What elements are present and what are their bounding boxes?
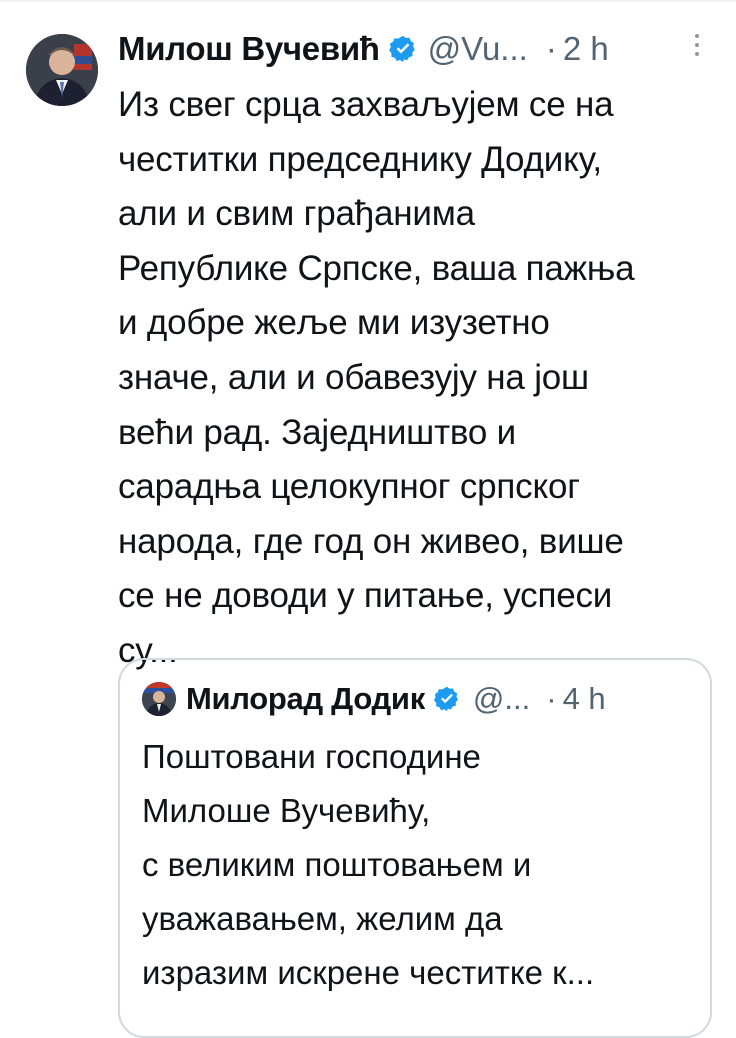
tweet-text-line: Републике Српске, ваша пажња — [118, 248, 635, 288]
quoted-tweet-header: Милорад Додик @... · 4 h — [186, 676, 706, 722]
quoted-text-line: изразим искрене честитке к... — [142, 954, 595, 991]
quoted-text-line: Милоше Вучевићу, — [142, 792, 431, 829]
tweet-text-line: значе, али и обавезују на још — [118, 357, 589, 397]
quoted-text-line: уважавањем, желим да — [142, 900, 503, 937]
quoted-text-line: Поштовани господине — [142, 738, 481, 775]
tweet-header: Милош Вучевић @Vu... · 2 h — [118, 26, 724, 72]
tweet-text-line: Из свег срца захваљујем се на — [118, 85, 614, 124]
quoted-tweet-timestamp[interactable]: 4 h — [563, 681, 606, 717]
quoted-avatar-photo — [142, 682, 176, 716]
more-vertical-icon[interactable] — [692, 34, 702, 64]
author-name[interactable]: Милош Вучевић — [118, 30, 380, 68]
tweet-timestamp[interactable]: 2 h — [563, 30, 609, 68]
tweet-text-line: се не доводи у питање, успеси — [118, 576, 613, 616]
top-divider — [0, 0, 736, 2]
tweet-text-line: већи рад. Заједништво и — [118, 412, 517, 452]
quoted-tweet-text: Поштовани господине Милоше Вучевићу, с в… — [142, 730, 702, 1000]
tweet-text-line: сарадња целокупног српског — [118, 467, 580, 507]
author-handle[interactable]: @Vu... — [428, 30, 528, 68]
tweet-text-line: и добре жеље ми изузетно — [118, 303, 550, 343]
author-avatar[interactable] — [26, 34, 98, 106]
separator-dot: · — [546, 681, 557, 716]
verified-badge-icon — [388, 34, 418, 64]
tweet-text-line: народа, где год он живео, више — [118, 521, 624, 561]
quoted-text-line: с великим поштовањем и — [142, 846, 532, 883]
verified-badge-icon — [433, 685, 461, 713]
tweet-text: Из свег срца захваљујем се на честитки п… — [118, 78, 714, 679]
quoted-author-avatar[interactable] — [142, 682, 176, 716]
avatar-photo — [26, 34, 98, 106]
tweet-text-line: честитки председнику Додику, — [118, 139, 602, 179]
tweet-text-line: али и свим грађанима — [118, 194, 475, 234]
separator-dot: · — [545, 30, 557, 67]
quoted-author-handle[interactable]: @... — [473, 681, 530, 717]
quoted-author-name[interactable]: Милорад Додик — [186, 681, 425, 717]
quoted-tweet-card[interactable]: Милорад Додик @... · 4 h Поштовани госпо… — [118, 658, 712, 1038]
